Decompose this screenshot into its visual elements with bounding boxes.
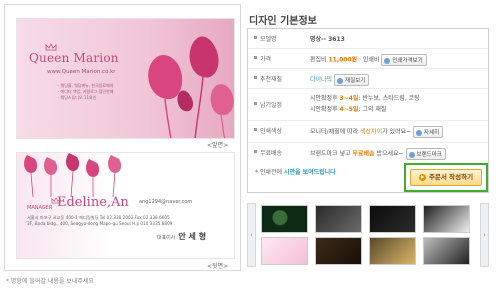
card-back-preview[interactable]: MANAGER Edeline,An ang1294@naver.com 서울시… bbox=[16, 152, 235, 259]
details-button[interactable]: 자세히 bbox=[413, 126, 444, 138]
row-label: 무료배송 bbox=[260, 150, 283, 157]
bullet-icon bbox=[254, 76, 257, 79]
info-row-price: 가격 편집비 11,000원 · 인쇄비 인쇄가격보기 bbox=[248, 49, 488, 69]
ceo-name: 안 세 형 bbox=[178, 232, 207, 241]
info-row-shipping: 무료배송 브랜드마크 넣고 무료배송 받으세요~ 브랜드마크 bbox=[248, 143, 488, 165]
design-thumbnail[interactable] bbox=[261, 237, 308, 265]
price-prefix: 편집비 bbox=[310, 56, 327, 64]
front-side-label: <앞면> bbox=[207, 142, 229, 149]
row-label: 가격 bbox=[260, 56, 272, 63]
design-thumbnail[interactable] bbox=[369, 237, 416, 265]
related-designs-carousel: ‹ › bbox=[247, 201, 489, 271]
design-thumbnail[interactable] bbox=[315, 237, 362, 265]
bullet-icon bbox=[254, 102, 257, 105]
front-service-list: · 웨딩홀, 웨딩메뉴, 한국음료예약 · 에디터 백업, 카탈로그 할인판매 … bbox=[58, 83, 113, 101]
design-thumbnail[interactable] bbox=[261, 205, 308, 233]
design-thumbnail[interactable] bbox=[423, 205, 470, 233]
info-row-delivery: 납기일정 시안확정후 3~4일: 반누보, 스타드림, 코팅 시안확정후 4~5… bbox=[248, 89, 488, 121]
row-value: 시안확정후 3~4일: 반누보, 스타드림, 코팅 시안확정후 4~5일: 그외… bbox=[310, 93, 420, 115]
delivery-line: 시안확정후 4~5일: 그외 재질 bbox=[310, 106, 387, 113]
price-suffix: · 인쇄비 bbox=[359, 56, 380, 64]
back-role: MANAGER bbox=[27, 205, 53, 211]
view-material-button[interactable]: 재질보기 bbox=[334, 74, 370, 86]
design-thumbnail[interactable] bbox=[369, 205, 416, 233]
calla-lily-border bbox=[24, 153, 122, 197]
order-form-button[interactable]: 주문서 작성하기 bbox=[410, 169, 482, 186]
front-line: · 웨딩스튜디오 11와인 bbox=[58, 95, 97, 100]
row-value: 편집비 11,000원 · 인쇄비 인쇄가격보기 bbox=[310, 54, 427, 66]
search-icon bbox=[416, 129, 423, 136]
bullet-icon bbox=[254, 150, 257, 153]
brandmark-button[interactable]: 브랜드마크 bbox=[405, 148, 446, 160]
search-icon bbox=[337, 77, 344, 84]
row-value: 브랜드마크 넣고 무료배송 받으세요~ 브랜드마크 bbox=[310, 148, 446, 160]
search-icon bbox=[408, 151, 415, 158]
price-amount: 11,000원 bbox=[328, 56, 358, 64]
back-ceo: 대표이사 안 세 형 bbox=[157, 231, 206, 242]
info-row-color: 인쇄색상 모니터/재질에 따라 색상차이가 있어요~ 자세히 bbox=[248, 121, 488, 143]
back-address: 서울시 마포구 서교동 400-1 에디링빌딩 Tel 02.338.2003 … bbox=[27, 215, 227, 227]
print-price-button[interactable]: 인쇄가격보기 bbox=[381, 54, 427, 66]
bullet-icon bbox=[254, 128, 257, 131]
card-front-preview[interactable]: Queen Marion www.Queen Marion.co.kr · 웨딩… bbox=[16, 18, 235, 139]
info-row-model: 모델명 명상-- 3613 bbox=[248, 29, 488, 49]
delivery-line: 시안확정후 3~4일: 반누보, 스타드림, 코팅 bbox=[310, 95, 420, 102]
info-title: 디자인 기본정보 bbox=[249, 16, 317, 27]
back-side-label: <뒷면> bbox=[207, 263, 229, 270]
row-value: 다이나믹 재질보기 bbox=[310, 74, 370, 86]
row-label: 모델명 bbox=[260, 36, 277, 43]
row-value: 모니터/재질에 따라 색상차이가 있어요~ 자세히 bbox=[310, 126, 444, 138]
row-label: 납기일정 bbox=[260, 102, 283, 109]
front-url: www.Queen Marion.co.kr bbox=[47, 69, 116, 75]
back-email: ang1294@naver.com bbox=[139, 199, 193, 205]
back-person-name: Edeline,An bbox=[57, 195, 129, 210]
row-label: 인쇄색상 bbox=[260, 128, 283, 135]
row-label: 추천재질 bbox=[260, 76, 283, 83]
row-value: 명상-- 3613 bbox=[310, 36, 345, 43]
crown-icon bbox=[45, 43, 57, 51]
search-icon bbox=[384, 57, 391, 64]
address-line: 3F, Bada bldg., 400, Seogyo-dong Mapo-gu… bbox=[27, 221, 173, 226]
info-row-material: 추천재질 다이나믹 재질보기 bbox=[248, 69, 488, 89]
design-thumbnail[interactable] bbox=[315, 205, 362, 233]
preview-footnote: * 명함에 들어갈 내용을 보내주세요 bbox=[6, 278, 94, 285]
material-name: 다이나믹 bbox=[310, 76, 333, 84]
bullet-icon bbox=[254, 56, 257, 59]
product-page: Queen Marion www.Queen Marion.co.kr · 웨딩… bbox=[0, 0, 500, 290]
proof-note: * 인쇄전에 시안을 보여드립니다 bbox=[255, 169, 336, 176]
play-icon bbox=[418, 173, 426, 181]
card-preview-panel: Queen Marion www.Queen Marion.co.kr · 웨딩… bbox=[4, 4, 241, 271]
front-brand-title: Queen Marion bbox=[29, 51, 119, 65]
carousel-prev-button[interactable]: ‹ bbox=[247, 203, 256, 267]
design-thumbnail[interactable] bbox=[423, 237, 470, 265]
calla-lily-illustration bbox=[148, 36, 234, 138]
order-button-highlight: 주문서 작성하기 bbox=[404, 163, 488, 192]
carousel-next-button[interactable]: › bbox=[480, 203, 489, 267]
ceo-label: 대표이사 bbox=[157, 235, 176, 241]
bullet-icon bbox=[254, 36, 257, 39]
